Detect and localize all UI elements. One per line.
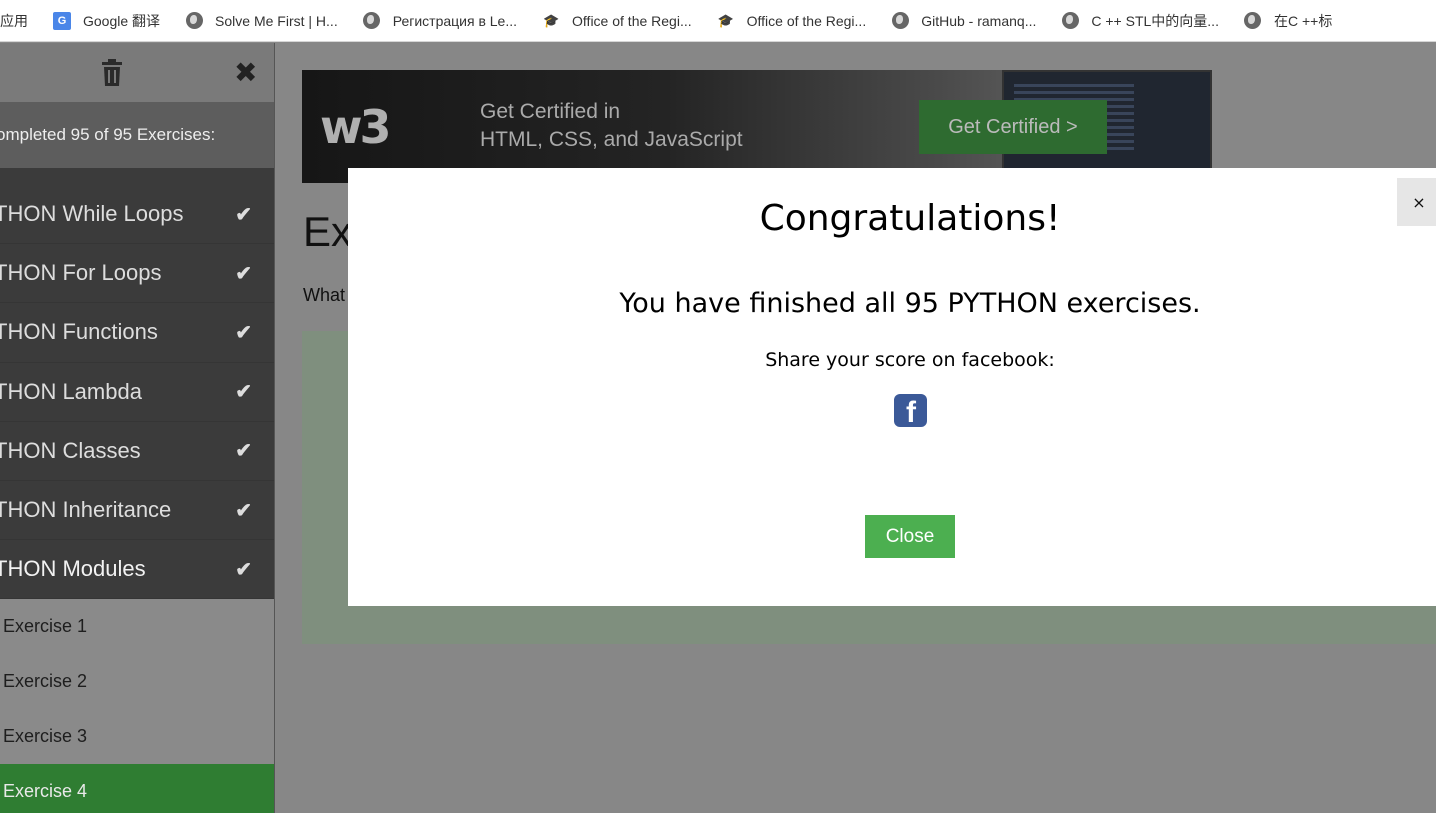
bookmark-solve-me-first[interactable]: Solve Me First | H...	[185, 12, 338, 30]
bookmark-office-registrar-2[interactable]: 🎓 Office of the Regi...	[717, 12, 867, 30]
globe-icon	[891, 12, 909, 30]
bookmark-label: Solve Me First | H...	[215, 12, 338, 29]
checkmark-icon: ✔	[235, 558, 252, 581]
exercise-item-3[interactable]: Exercise 3	[0, 709, 274, 765]
bookmark-label: Google 翻译	[83, 12, 161, 29]
modal-title: Congratulations!	[759, 198, 1061, 239]
globe-icon	[1061, 12, 1079, 30]
exercise-item-1[interactable]: Exercise 1	[0, 599, 274, 655]
exercise-sidebar: ✖ ompleted 95 of 95 Exercises: THON Whil…	[0, 43, 275, 813]
bookmark-office-registrar-1[interactable]: 🎓 Office of the Regi...	[542, 12, 692, 30]
certification-ad-banner[interactable]: w3 Get Certified in HTML, CSS, and JavaS…	[302, 70, 1212, 183]
bookmark-cpp-standard[interactable]: 在C ++标	[1244, 11, 1332, 31]
bookmark-google-translate[interactable]: G Google 翻译	[53, 11, 160, 31]
facebook-icon[interactable]: f	[894, 394, 927, 427]
chapter-for-loops[interactable]: THON For Loops ✔	[0, 244, 274, 304]
checkmark-icon: ✔	[235, 262, 252, 285]
graduation-cap-icon: 🎓	[717, 12, 734, 28]
bookmark-label: Office of the Regi...	[572, 12, 692, 29]
globe-icon	[363, 12, 381, 30]
ad-line-1: Get Certified in	[480, 100, 621, 123]
sidebar-toolbar: ✖	[0, 43, 274, 102]
exercise-label: Exercise 1	[3, 616, 88, 637]
ad-headline: Get Certified in HTML, CSS, and JavaScri…	[480, 98, 743, 154]
congratulations-modal: × Congratulations! You have finished all…	[348, 168, 1436, 606]
chapter-modules[interactable]: THON Modules ✔	[0, 540, 274, 600]
exercise-label: Exercise 2	[3, 671, 88, 692]
modal-message: You have finished all 95 PYTHON exercise…	[619, 288, 1201, 319]
exercise-item-4-active[interactable]: Exercise 4	[0, 764, 274, 813]
share-prompt: Share your score on facebook:	[765, 349, 1055, 371]
w3-logo: w3	[320, 100, 391, 154]
globe-icon	[185, 12, 203, 30]
bookmark-label: C ++ STL中的向量...	[1091, 12, 1219, 29]
close-button[interactable]: Close	[865, 515, 955, 558]
bookmark-label: Office of the Regi...	[746, 12, 867, 29]
chapter-label: THON While Loops	[0, 201, 184, 227]
bookmark-github[interactable]: GitHub - ramanq...	[891, 12, 1036, 30]
chapter-while-loops[interactable]: THON While Loops ✔	[0, 185, 274, 245]
checkmark-icon: ✔	[235, 381, 252, 404]
chapter-label: THON Classes	[0, 437, 141, 463]
bookmark-label: Регистрация в Le...	[392, 12, 518, 29]
exercise-label: Exercise 3	[3, 726, 88, 747]
ad-line-2: HTML, CSS, and JavaScript	[480, 128, 743, 151]
page-title: Ex	[303, 208, 353, 255]
chapter-inheritance[interactable]: THON Inheritance ✔	[0, 481, 274, 541]
chapter-label: THON Inheritance	[0, 497, 172, 523]
bookmark-label: GitHub - ramanq...	[921, 12, 1037, 29]
checkmark-icon: ✔	[235, 440, 252, 463]
globe-icon	[1244, 12, 1262, 30]
exercise-item-2[interactable]: Exercise 2	[0, 654, 274, 710]
checkmark-icon: ✔	[235, 499, 252, 522]
bookmark-cpp-stl[interactable]: C ++ STL中的向量...	[1061, 11, 1219, 31]
chapter-label: THON For Loops	[0, 260, 162, 286]
progress-text: ompleted 95 of 95 Exercises:	[0, 125, 216, 144]
chapter-functions[interactable]: THON Functions ✔	[0, 303, 274, 363]
chapter-lambda[interactable]: THON Lambda ✔	[0, 363, 274, 422]
chapter-label: THON Functions	[0, 319, 158, 345]
close-sidebar-icon[interactable]: ✖	[234, 57, 257, 89]
chapter-classes[interactable]: THON Classes ✔	[0, 422, 274, 481]
get-certified-button[interactable]: Get Certified >	[919, 100, 1107, 154]
chapter-label: THON Lambda	[0, 378, 142, 404]
bookmark-apps[interactable]: 应用	[0, 11, 28, 31]
exercise-label: Exercise 4	[3, 781, 88, 802]
exercise-question: What	[303, 285, 346, 305]
checkmark-icon: ✔	[235, 203, 252, 226]
bookmarks-bar: 应用 G Google 翻译 Solve Me First | H... Рег…	[0, 0, 1436, 42]
google-translate-icon: G	[53, 11, 71, 30]
checkmark-icon: ✔	[235, 321, 252, 344]
chapter-label: THON Modules	[0, 556, 146, 582]
trash-icon[interactable]	[100, 59, 124, 87]
bookmark-label: 在C ++标	[1273, 12, 1333, 29]
bookmark-registration[interactable]: Регистрация в Le...	[363, 12, 517, 30]
graduation-cap-icon: 🎓	[542, 12, 560, 28]
progress-summary: ompleted 95 of 95 Exercises:	[0, 102, 274, 168]
bookmark-label: 应用	[0, 12, 28, 29]
